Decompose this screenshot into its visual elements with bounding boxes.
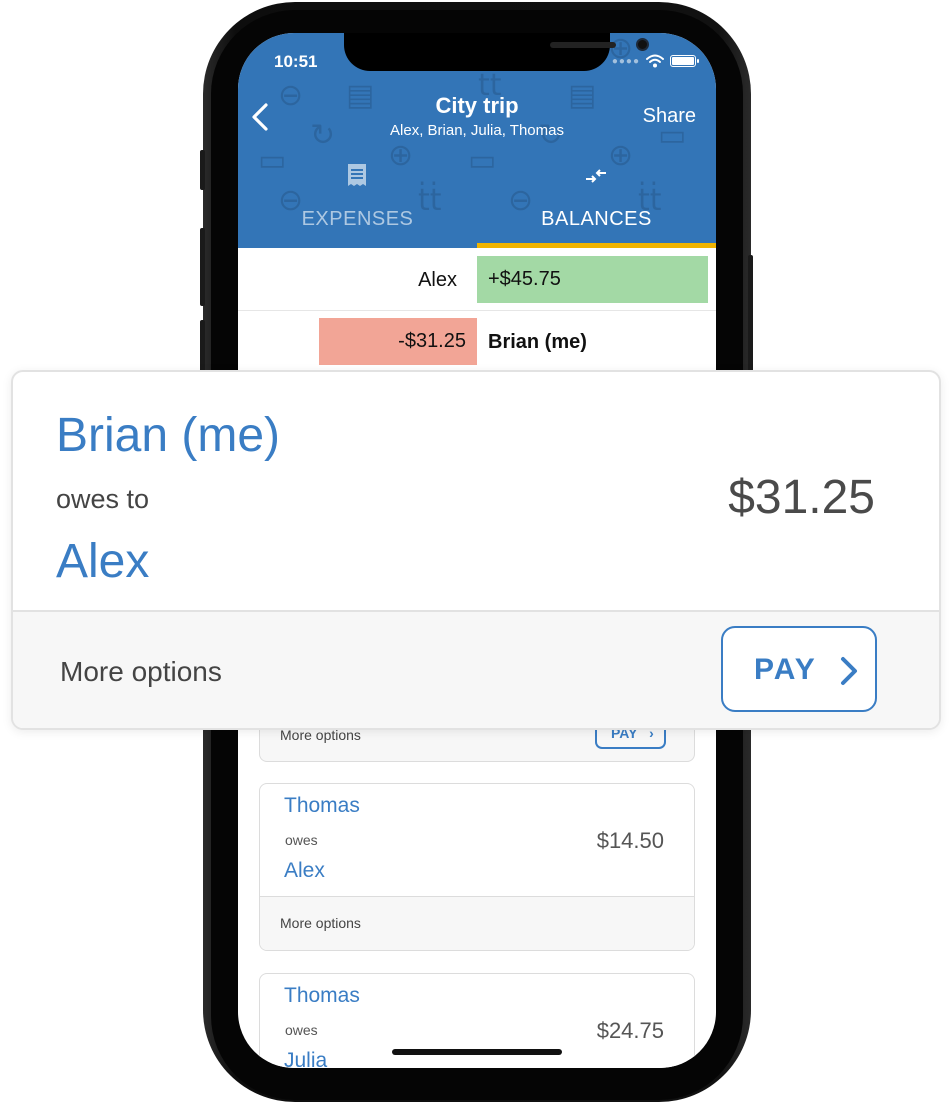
settlement-debtor[interactable]: Brian (me) [56, 408, 280, 463]
settlement-creditor[interactable]: Alex [56, 534, 149, 589]
tab-balances-label: BALANCES [541, 208, 652, 230]
back-chevron-icon[interactable] [246, 101, 274, 133]
tab-expenses[interactable]: EXPENSES [238, 158, 477, 248]
status-time: 10:51 [274, 52, 318, 71]
settlement-debtor[interactable]: Thomas [284, 984, 360, 1008]
settlement-verb: owes [285, 832, 318, 848]
volume-up-button [200, 228, 205, 306]
trip-title-block: City trip Alex, Brian, Julia, Thomas [348, 93, 606, 141]
balance-name: Alex [418, 269, 457, 291]
power-button [748, 255, 753, 375]
wifi-icon [646, 54, 664, 68]
battery-icon [670, 55, 699, 67]
highlighted-settlement-card: Brian (me) owes to Alex $31.25 More opti… [11, 370, 941, 730]
trip-title: City trip [435, 93, 519, 118]
signal-icon: ●●●● [611, 55, 640, 67]
settlement-verb: owes [285, 1022, 318, 1038]
balance-row-alex[interactable]: Alex +$45.75 [238, 249, 716, 311]
settlement-creditor[interactable]: Julia [284, 1049, 327, 1068]
settlement-card: Thomas owes Alex $14.50 More options [259, 783, 695, 951]
pay-button[interactable]: PAY [721, 626, 877, 712]
home-indicator[interactable] [392, 1049, 562, 1055]
app-header: ⊖ ▤ ↻ ⊕ ▭ ▭ ↻ ▤ ⊕ ▭ ⊖ ⊖ ṫṫ ṫṫ ṫṫ ⊕ 10:51… [238, 33, 716, 248]
settlement-verb: owes to [56, 484, 150, 514]
front-camera [636, 38, 649, 51]
settlement-card-footer: More options [260, 896, 694, 950]
pay-button-label: PAY [754, 653, 817, 686]
more-options-link[interactable]: More options [280, 915, 361, 931]
tab-balances[interactable]: BALANCES [477, 158, 716, 248]
balance-row-brian[interactable]: -$31.25 Brian (me) [238, 311, 716, 373]
transfer-arrows-icon [586, 169, 606, 183]
notch [344, 33, 649, 71]
balance-amount-negative: -$31.25 [319, 318, 477, 365]
settlement-debtor[interactable]: Thomas [284, 794, 360, 818]
balance-amount-positive: +$45.75 [477, 256, 708, 303]
chevron-right-icon [841, 657, 857, 685]
silent-switch [200, 150, 205, 190]
receipt-icon [348, 164, 366, 186]
trip-participants: Alex, Brian, Julia, Thomas [390, 122, 564, 139]
share-button[interactable]: Share [643, 105, 696, 128]
settlement-creditor[interactable]: Alex [284, 859, 325, 883]
settlement-amount: $14.50 [596, 828, 664, 853]
more-options-link[interactable]: More options [60, 656, 222, 688]
active-tab-indicator [477, 243, 716, 248]
settlement-amount: $24.75 [596, 1018, 664, 1043]
speaker [550, 42, 616, 48]
settlement-amount: $31.25 [728, 471, 875, 524]
status-icons: ●●●● [611, 54, 699, 68]
tab-expenses-label: EXPENSES [301, 208, 414, 230]
balance-name: Brian (me) [488, 331, 587, 353]
settlement-card-footer: More options PAY [13, 610, 939, 728]
